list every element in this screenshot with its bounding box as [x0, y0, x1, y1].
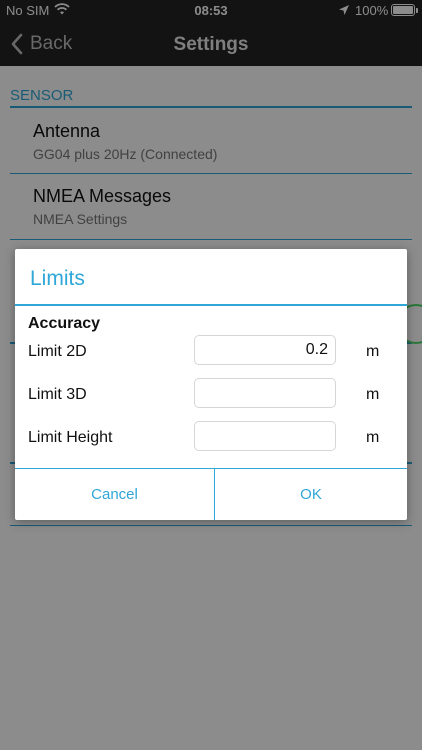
limit-2d-input[interactable] — [194, 335, 336, 365]
limit-height-input[interactable] — [194, 421, 336, 451]
accuracy-heading: Accuracy — [28, 315, 101, 332]
ok-button[interactable]: OK — [215, 469, 407, 520]
limit-3d-input[interactable] — [194, 378, 336, 408]
dialog-title-divider — [15, 304, 407, 306]
limit-3d-row: Limit 3D m — [28, 378, 394, 410]
limit-height-unit: m — [366, 429, 380, 446]
limit-2d-row: Limit 2D m — [28, 335, 394, 367]
limit-height-row: Limit Height m — [28, 421, 394, 453]
cancel-button[interactable]: Cancel — [15, 469, 214, 520]
limits-dialog: Limits Accuracy Limit 2D m Limit 3D m Li… — [15, 249, 407, 520]
limit-3d-label: Limit 3D — [28, 386, 87, 403]
limit-height-label: Limit Height — [28, 429, 113, 446]
limit-2d-label: Limit 2D — [28, 343, 87, 360]
limit-3d-unit: m — [366, 386, 380, 403]
dialog-title: Limits — [30, 267, 85, 290]
limit-2d-unit: m — [366, 343, 380, 360]
